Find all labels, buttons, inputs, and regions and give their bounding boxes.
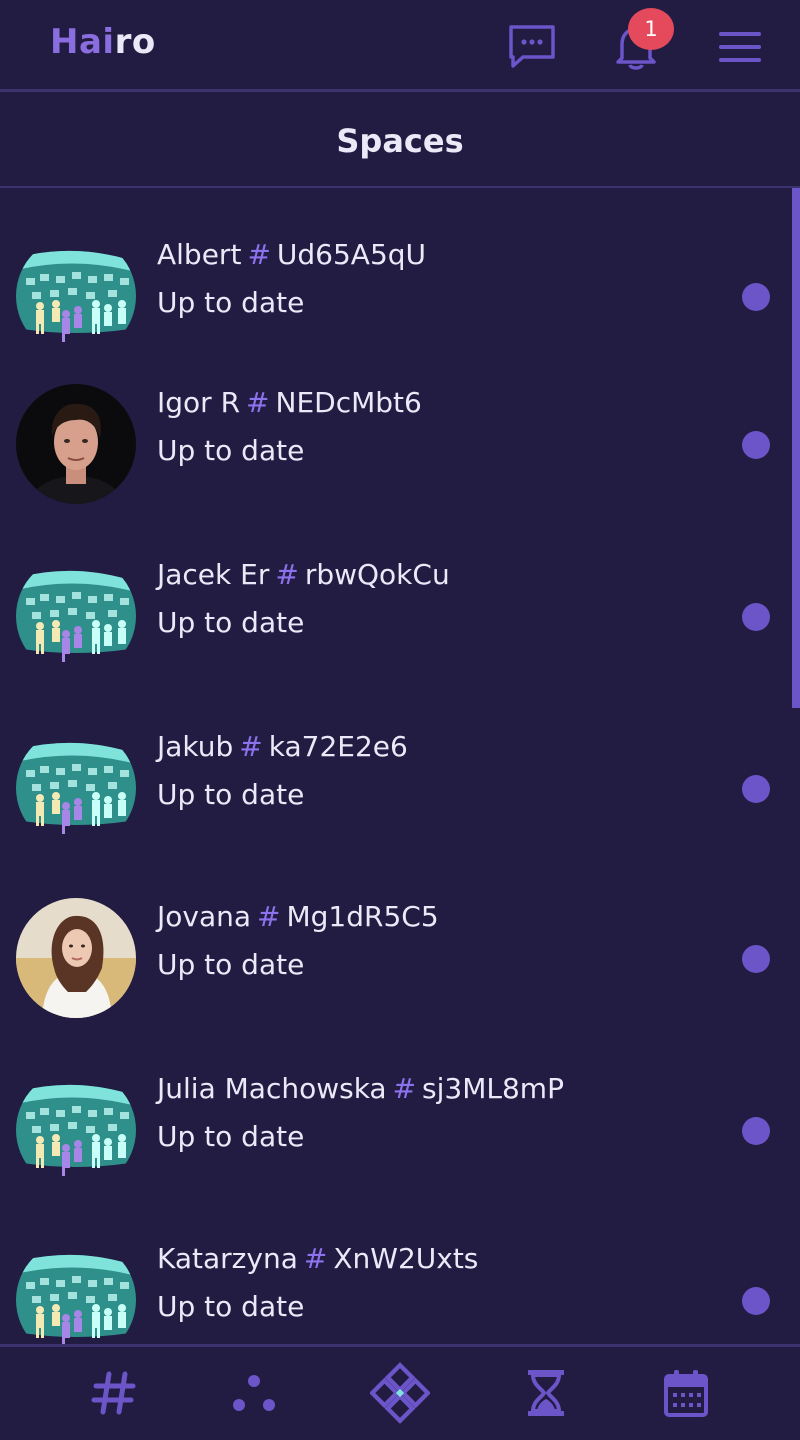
space-status: Up to date xyxy=(157,948,305,981)
list-scrollbar[interactable] xyxy=(792,188,800,708)
chat-icon xyxy=(509,25,555,68)
space-name: Katarzyna xyxy=(157,1242,298,1275)
app-root: Hairo 1 Spaces Albert # Ud65A5qU Up to d… xyxy=(0,0,800,1440)
status-dot xyxy=(742,945,770,973)
space-title: Igor R # NEDcMbt6 xyxy=(157,386,422,419)
space-row[interactable]: Jakub # ka72E2e6 Up to date xyxy=(0,728,790,900)
status-dot xyxy=(742,1287,770,1315)
space-status: Up to date xyxy=(157,1290,305,1323)
dots-icon xyxy=(233,1375,275,1411)
hash-symbol: # xyxy=(392,1072,417,1105)
space-name: Jovana xyxy=(157,900,252,933)
notification-badge[interactable]: 1 xyxy=(628,8,674,50)
woman-portrait xyxy=(16,898,136,1018)
status-dot xyxy=(742,431,770,459)
logo-part-2: ro xyxy=(114,22,156,62)
status-dot xyxy=(742,775,770,803)
hash-symbol: # xyxy=(275,558,299,591)
space-code: NEDcMbt6 xyxy=(275,386,422,419)
nav-home-button[interactable] xyxy=(370,1362,430,1424)
top-bar: Hairo 1 xyxy=(0,0,800,92)
hash-symbol: # xyxy=(257,900,281,933)
hash-icon xyxy=(91,1371,136,1415)
nav-history-button[interactable] xyxy=(516,1363,576,1423)
space-name: Jacek Er xyxy=(157,558,270,591)
hourglass-icon xyxy=(528,1370,564,1416)
hash-symbol: # xyxy=(246,386,270,419)
page-title-bar: Spaces xyxy=(0,95,800,188)
crowd-illustration xyxy=(16,1070,136,1190)
logo-part-1: Hai xyxy=(50,22,115,62)
space-name: Jakub xyxy=(157,730,234,763)
man-portrait xyxy=(16,384,136,504)
space-code: Mg1dR5C5 xyxy=(286,900,439,933)
space-title: Julia Machowska # sj3ML8mP xyxy=(157,1072,564,1105)
space-avatar xyxy=(16,384,136,504)
space-name: Julia Machowska xyxy=(157,1072,387,1105)
space-row[interactable]: Jacek Er # rbwQokCu Up to date xyxy=(0,556,790,728)
status-dot xyxy=(742,1117,770,1145)
hash-symbol: # xyxy=(303,1242,328,1275)
space-row[interactable]: Jovana # Mg1dR5C5 Up to date xyxy=(0,898,790,1070)
crowd-illustration xyxy=(16,236,136,356)
space-avatar xyxy=(16,728,136,848)
app-logo[interactable]: Hairo xyxy=(50,22,156,62)
nav-spaces-button[interactable] xyxy=(84,1363,144,1423)
hash-symbol: # xyxy=(247,238,271,271)
menu-button[interactable] xyxy=(714,22,766,72)
bottom-nav xyxy=(0,1344,800,1440)
crowd-illustration xyxy=(16,728,136,848)
crowd-illustration xyxy=(16,556,136,676)
space-row[interactable]: Katarzyna # XnW2Uxts Up to date xyxy=(0,1240,790,1344)
space-avatar xyxy=(16,1070,136,1190)
space-title: Jovana # Mg1dR5C5 xyxy=(157,900,439,933)
space-code: Ud65A5qU xyxy=(276,238,427,271)
space-status: Up to date xyxy=(157,434,305,467)
nav-dots-button[interactable] xyxy=(224,1363,284,1423)
chat-button[interactable] xyxy=(506,22,558,72)
crowd-illustration xyxy=(16,1240,136,1344)
space-title: Katarzyna # XnW2Uxts xyxy=(157,1242,478,1275)
nav-calendar-button[interactable] xyxy=(656,1363,716,1423)
space-title: Albert # Ud65A5qU xyxy=(157,238,426,271)
space-status: Up to date xyxy=(157,778,305,811)
space-name: Albert xyxy=(157,238,242,271)
space-status: Up to date xyxy=(157,286,305,319)
space-row[interactable]: Albert # Ud65A5qU Up to date xyxy=(0,236,790,408)
space-avatar xyxy=(16,898,136,1018)
space-title: Jacek Er # rbwQokCu xyxy=(157,558,450,591)
space-row[interactable]: Igor R # NEDcMbt6 Up to date xyxy=(0,384,790,556)
space-name: Igor R xyxy=(157,386,241,419)
space-code: ka72E2e6 xyxy=(268,730,408,763)
hash-symbol: # xyxy=(239,730,263,763)
page-title: Spaces xyxy=(336,121,464,160)
space-code: XnW2Uxts xyxy=(333,1242,479,1275)
space-avatar xyxy=(16,556,136,676)
status-dot xyxy=(742,283,770,311)
space-status: Up to date xyxy=(157,1120,305,1153)
space-title: Jakub # ka72E2e6 xyxy=(157,730,408,763)
menu-icon xyxy=(719,32,761,62)
space-avatar xyxy=(16,1240,136,1344)
space-row[interactable]: Julia Machowska # sj3ML8mP Up to date xyxy=(0,1070,790,1242)
space-code: sj3ML8mP xyxy=(422,1072,564,1105)
space-code: rbwQokCu xyxy=(304,558,450,591)
space-status: Up to date xyxy=(157,606,305,639)
status-dot xyxy=(742,603,770,631)
spaces-list[interactable]: Albert # Ud65A5qU Up to date Igor R # NEDcMb… xyxy=(0,188,800,1344)
calendar-icon xyxy=(664,1370,708,1417)
space-avatar xyxy=(16,236,136,356)
diamond-icon xyxy=(370,1362,430,1424)
